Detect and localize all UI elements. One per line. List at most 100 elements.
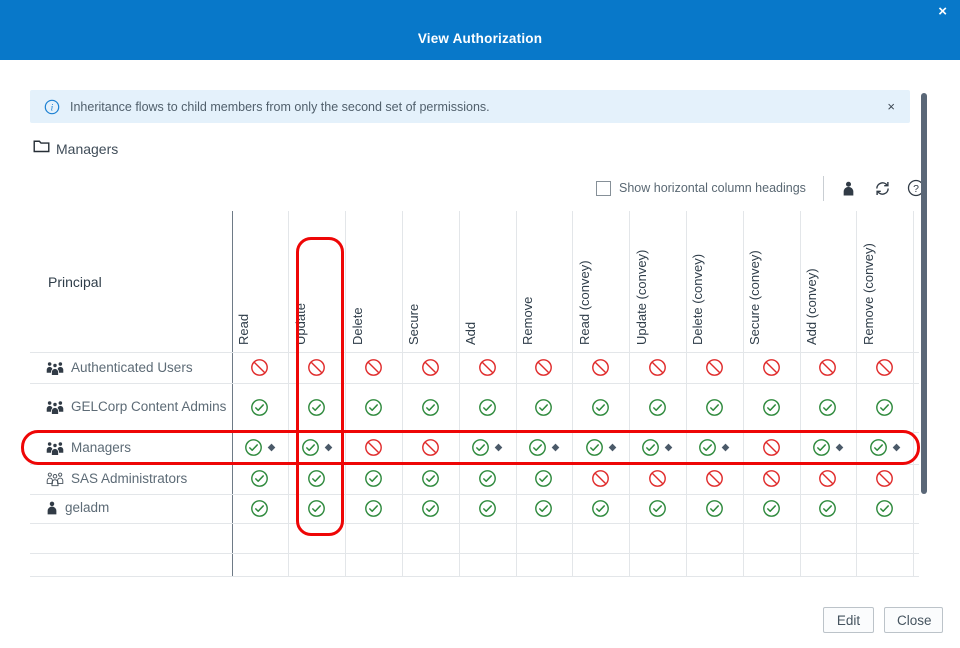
permission-cell (288, 432, 345, 464)
close-button[interactable]: Close (884, 607, 943, 633)
permission-cell (345, 464, 402, 494)
deny-icon (365, 439, 382, 456)
permission-cell (686, 352, 743, 383)
permission-cell (402, 352, 459, 383)
deny-icon (762, 439, 780, 456)
user-icon[interactable] (839, 179, 858, 198)
allow-icon (528, 439, 546, 456)
permission-cell (743, 464, 800, 494)
deny-icon (421, 359, 439, 376)
permission-cell (686, 383, 743, 432)
permission-cell (572, 383, 629, 432)
permission-cell (459, 494, 516, 524)
row-label: GELCorp Content Admins (46, 383, 226, 432)
deny-icon (762, 470, 780, 487)
allow-icon (699, 439, 717, 456)
deny-icon (365, 359, 382, 376)
allow-icon (705, 398, 723, 416)
deny-icon (819, 359, 837, 376)
permission-cell (516, 494, 573, 524)
show-horizontal-headings-checkbox[interactable] (596, 180, 611, 196)
close-icon[interactable]: × (938, 4, 947, 20)
allow-icon (308, 470, 326, 487)
row-gridline (30, 383, 919, 384)
deny-icon (251, 359, 269, 376)
row-label: SAS Administrators (46, 464, 187, 494)
column-header: Update (convey) (633, 249, 649, 345)
permission-cell (402, 494, 459, 524)
person-icon (47, 501, 57, 515)
deny-icon (819, 470, 837, 487)
allow-icon (365, 499, 382, 517)
allow-icon (649, 499, 666, 517)
column-gridline (913, 211, 915, 576)
banner-dismiss-icon[interactable]: × (887, 99, 895, 114)
permission-cell (572, 464, 629, 494)
edit-button[interactable]: Edit (823, 607, 874, 633)
folder-label: Managers (56, 140, 119, 157)
allow-icon (592, 398, 610, 416)
allow-icon (819, 499, 837, 517)
column-header: Add (convey) (803, 268, 819, 345)
permission-cell (459, 383, 516, 432)
deny-icon (705, 470, 723, 487)
permission-cell (800, 383, 857, 432)
principal-column-separator (231, 211, 233, 576)
allow-icon (705, 499, 723, 517)
row-gridline (30, 553, 919, 554)
permission-cell (232, 432, 289, 464)
column-gridline (345, 211, 347, 576)
principal-name: geladm (65, 500, 110, 516)
permission-cell (516, 383, 573, 432)
row-gridline (30, 576, 919, 577)
allow-icon (869, 439, 887, 456)
row-gridline (30, 351, 919, 353)
context-folder: Managers (33, 139, 118, 158)
deny-icon (762, 359, 780, 376)
principal-header: Principal (48, 274, 102, 290)
permission-cell (743, 352, 800, 383)
column-gridline (685, 211, 687, 576)
column-gridline (515, 211, 517, 576)
group-icon (46, 401, 64, 416)
vertical-scrollbar-thumb[interactable] (921, 93, 927, 494)
permission-cell (800, 352, 857, 383)
column-header: Add (463, 321, 479, 345)
column-gridline (572, 211, 574, 576)
permission-cell (856, 464, 913, 494)
permission-cell (629, 494, 686, 524)
deny-icon (421, 439, 439, 456)
permission-cell (800, 432, 857, 464)
allow-icon (642, 439, 660, 456)
column-header: Remove (convey) (860, 243, 876, 345)
allow-icon (244, 439, 262, 456)
permission-cell (743, 432, 800, 464)
allow-icon (478, 470, 496, 487)
allow-icon (649, 398, 666, 416)
checkbox-label[interactable]: Show horizontal column headings (619, 181, 806, 195)
permission-cell (402, 464, 459, 494)
permission-cell (345, 383, 402, 432)
allow-icon (876, 398, 894, 416)
permission-cell (800, 464, 857, 494)
permission-cell (856, 494, 913, 524)
allow-icon (308, 499, 326, 517)
permission-cell (232, 383, 289, 432)
column-header: Delete (349, 307, 365, 345)
allow-icon (301, 439, 319, 456)
reset-icon[interactable] (873, 179, 892, 198)
column-gridline (799, 211, 801, 576)
permission-cell (686, 494, 743, 524)
permission-cell (516, 432, 573, 464)
allow-icon (472, 439, 489, 456)
allow-icon (762, 398, 780, 416)
permission-cell (743, 494, 800, 524)
allow-icon (812, 439, 830, 456)
permission-cell (288, 383, 345, 432)
permission-cell (572, 494, 629, 524)
permission-cell (856, 432, 913, 464)
permission-cell (232, 352, 289, 383)
permission-cell (345, 494, 402, 524)
update-column-highlight (296, 237, 344, 536)
allow-icon (535, 470, 553, 487)
